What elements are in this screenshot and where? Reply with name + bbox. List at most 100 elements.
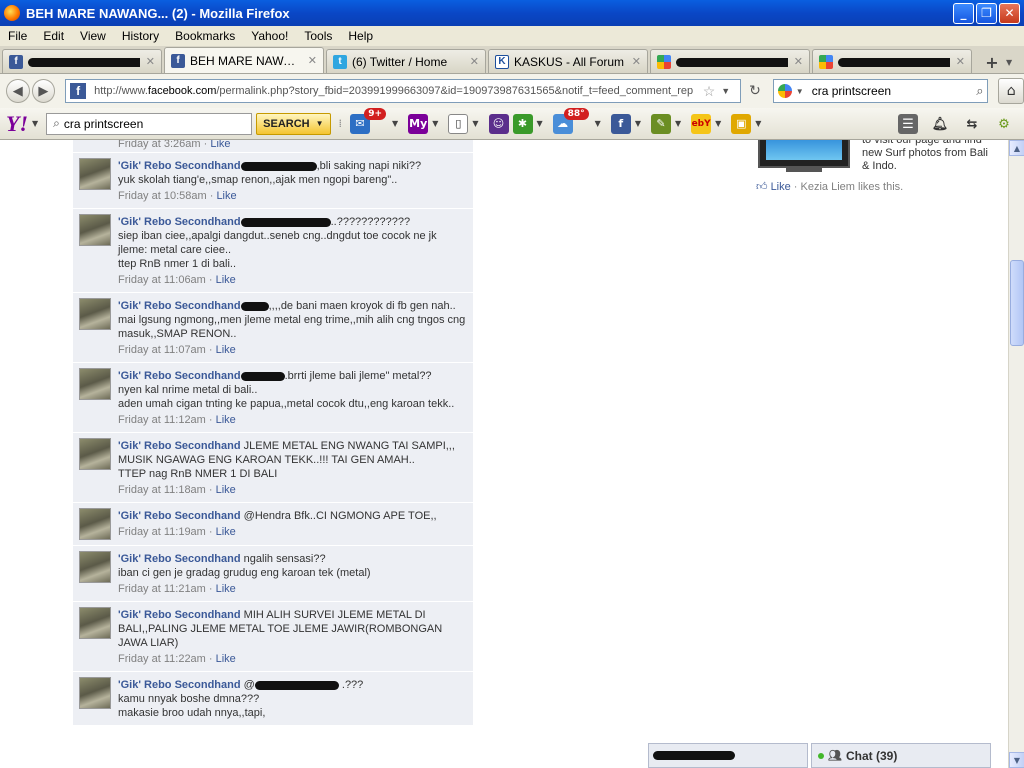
comment-author[interactable]: 'Gik' Rebo Secondhand bbox=[118, 216, 241, 228]
minimize-button[interactable]: _ bbox=[953, 2, 974, 24]
chat-bar[interactable]: 👥︎ Chat (39) bbox=[811, 743, 991, 768]
tab-close-icon[interactable]: ✕ bbox=[632, 55, 641, 68]
tab-list-icon[interactable]: ▼ bbox=[1006, 58, 1020, 67]
comment-timestamp[interactable]: Friday at 11:07am bbox=[118, 344, 206, 356]
tab-close-icon[interactable]: ✕ bbox=[308, 54, 317, 67]
avatar[interactable] bbox=[79, 508, 111, 540]
bell-icon[interactable]: 🔔︎ bbox=[930, 114, 950, 134]
my-yahoo-icon[interactable]: My bbox=[408, 113, 429, 134]
close-button[interactable]: ✕ bbox=[999, 2, 1020, 24]
like-link[interactable]: Like bbox=[216, 274, 236, 286]
comment-timestamp[interactable]: Friday at 11:21am bbox=[118, 583, 206, 595]
weather-icon[interactable]: ☁ 88° bbox=[552, 107, 589, 134]
yahoo-search-button[interactable]: SEARCH ▼ bbox=[256, 112, 331, 135]
tab-6[interactable]: ✕ bbox=[812, 49, 972, 73]
yahoo-logo[interactable]: Y! bbox=[6, 111, 28, 137]
like-link[interactable]: Like bbox=[216, 653, 236, 665]
avatar[interactable] bbox=[79, 158, 111, 190]
comment-timestamp[interactable]: Friday at 11:22am bbox=[118, 653, 206, 665]
menu-history[interactable]: History bbox=[114, 29, 167, 43]
my-yahoo-dropdown-icon[interactable]: ▼ bbox=[432, 119, 438, 128]
avatar[interactable] bbox=[79, 551, 111, 583]
gear-icon[interactable]: ⚙ bbox=[994, 114, 1014, 134]
facebook-dropdown-icon[interactable]: ▼ bbox=[635, 119, 641, 128]
like-link[interactable]: Like bbox=[216, 344, 236, 356]
swap-icon[interactable]: ⇆ bbox=[962, 114, 982, 134]
menu-file[interactable]: File bbox=[0, 29, 35, 43]
comment-author[interactable]: 'Gik' Rebo Secondhand bbox=[118, 679, 241, 691]
search-engine-dropdown-icon[interactable]: ▼ bbox=[796, 87, 804, 96]
comment-timestamp[interactable]: Friday at 11:18am bbox=[118, 484, 206, 496]
back-button[interactable]: ◀ bbox=[6, 79, 30, 103]
maximize-button[interactable]: ❐ bbox=[976, 2, 997, 24]
comment-timestamp[interactable]: Friday at 11:19am bbox=[118, 526, 206, 538]
menu-view[interactable]: View bbox=[72, 29, 114, 43]
menu-tools[interactable]: Tools bbox=[296, 29, 340, 43]
search-bar[interactable]: ▼ cra printscreen ⌕ bbox=[772, 79, 989, 103]
tab-close-icon[interactable]: ✕ bbox=[956, 55, 965, 68]
tab-close-icon[interactable]: ✕ bbox=[146, 55, 155, 68]
answers-icon[interactable]: ✱ bbox=[512, 113, 533, 134]
tab-1[interactable]: f ✕ bbox=[2, 49, 162, 73]
scroll-up-button[interactable]: ▲ bbox=[1009, 140, 1024, 156]
facebook-icon[interactable]: f bbox=[610, 113, 631, 134]
shopping-dropdown-icon[interactable]: ▼ bbox=[755, 119, 761, 128]
games-dropdown-icon[interactable]: ▼ bbox=[675, 119, 681, 128]
search-input[interactable]: cra printscreen bbox=[812, 84, 977, 98]
ebay-icon[interactable]: ebY bbox=[691, 113, 712, 134]
menu-yahoo[interactable]: Yahoo! bbox=[243, 29, 296, 43]
comment-author[interactable]: 'Gik' Rebo Secondhand bbox=[118, 510, 241, 522]
scroll-thumb[interactable] bbox=[1010, 260, 1024, 346]
avatar[interactable] bbox=[79, 214, 111, 246]
yahoo-dropdown-icon[interactable]: ▼ bbox=[32, 119, 38, 128]
chat-tab-redacted[interactable] bbox=[648, 743, 808, 768]
ad-like-link[interactable]: Like bbox=[771, 181, 791, 193]
comment-author[interactable]: 'Gik' Rebo Secondhand bbox=[118, 553, 241, 565]
new-tab-button[interactable]: + bbox=[980, 51, 1004, 73]
comment-author[interactable]: 'Gik' Rebo Secondhand bbox=[118, 609, 241, 621]
shopping-icon[interactable]: ▣ bbox=[731, 113, 752, 134]
ebay-dropdown-icon[interactable]: ▼ bbox=[715, 119, 721, 128]
games-icon[interactable]: ✎ bbox=[650, 113, 671, 134]
scroll-down-button[interactable]: ▼ bbox=[1009, 752, 1024, 768]
bookmark-star-icon[interactable]: ☆ bbox=[703, 83, 716, 100]
bookmarks-icon[interactable]: ▯ bbox=[448, 113, 469, 134]
tab-close-icon[interactable]: ✕ bbox=[470, 55, 479, 68]
reload-icon[interactable]: ↻ bbox=[745, 81, 765, 101]
tab-2[interactable]: f BEH MARE NAWANG.... ✕ bbox=[164, 47, 324, 73]
avatar[interactable] bbox=[79, 298, 111, 330]
like-link[interactable]: Like bbox=[216, 190, 236, 202]
mail-dropdown-icon[interactable]: ▼ bbox=[392, 119, 398, 128]
mail-icon[interactable]: ✉ 9+ bbox=[350, 107, 387, 134]
home-button[interactable]: ⌂ bbox=[998, 78, 1024, 104]
comment-timestamp[interactable]: Friday at 11:12am bbox=[118, 414, 206, 426]
url-dropdown-icon[interactable]: ▼ bbox=[721, 86, 730, 96]
messenger-icon[interactable]: ☺ bbox=[488, 113, 509, 134]
avatar[interactable] bbox=[79, 677, 111, 709]
url-text[interactable]: http://www.facebook.com/permalink.php?st… bbox=[94, 85, 697, 97]
comment-author[interactable]: 'Gik' Rebo Secondhand bbox=[118, 370, 241, 382]
ad-image[interactable] bbox=[758, 140, 850, 168]
avatar[interactable] bbox=[79, 368, 111, 400]
menu-edit[interactable]: Edit bbox=[35, 29, 72, 43]
bookmarks-dropdown-icon[interactable]: ▼ bbox=[472, 119, 478, 128]
menu-help[interactable]: Help bbox=[340, 29, 381, 43]
comment-timestamp[interactable]: Friday at 11:06am bbox=[118, 274, 206, 286]
comment-author[interactable]: 'Gik' Rebo Secondhand bbox=[118, 440, 241, 452]
menu-bookmarks[interactable]: Bookmarks bbox=[167, 29, 243, 43]
weather-dropdown-icon[interactable]: ▼ bbox=[595, 119, 601, 128]
tab-close-icon[interactable]: ✕ bbox=[794, 55, 803, 68]
comment-timestamp[interactable]: Friday at 10:58am bbox=[118, 190, 207, 202]
search-icon[interactable]: ⌕ bbox=[976, 83, 983, 99]
tab-5[interactable]: ✕ bbox=[650, 49, 810, 73]
like-link[interactable]: Like bbox=[216, 484, 236, 496]
like-link[interactable]: Like bbox=[216, 583, 236, 595]
yahoo-search-input[interactable]: ⌕ cra printscreen bbox=[46, 112, 253, 135]
tab-3[interactable]: t (6) Twitter / Home ✕ bbox=[326, 49, 486, 73]
forward-button[interactable]: ▶ bbox=[31, 79, 56, 103]
avatar[interactable] bbox=[79, 607, 111, 639]
tab-4[interactable]: K KASKUS - All Forum ✕ bbox=[488, 49, 648, 73]
vertical-scrollbar[interactable]: ▲ ▼ bbox=[1008, 140, 1024, 768]
comment-author[interactable]: 'Gik' Rebo Secondhand bbox=[118, 300, 241, 312]
avatar[interactable] bbox=[79, 438, 111, 470]
